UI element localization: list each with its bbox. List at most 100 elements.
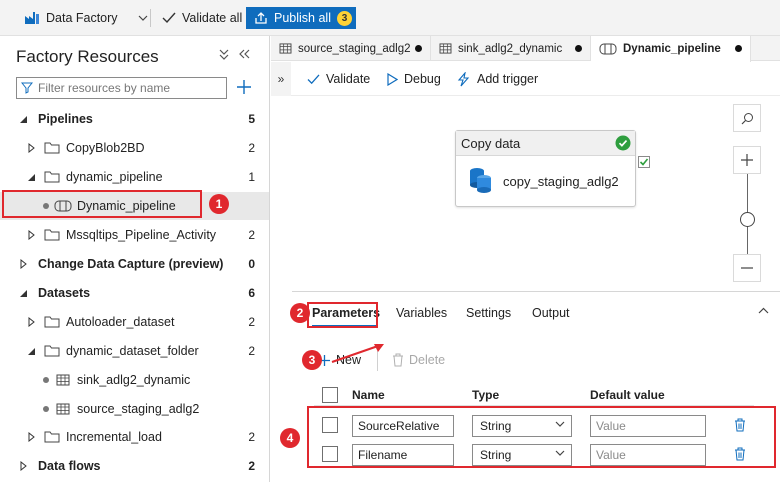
toolbar-divider [150, 9, 151, 27]
tree-section-datasets[interactable]: Datasets 6 [0, 279, 269, 307]
select-all-checkbox[interactable] [322, 387, 338, 403]
folder-icon [44, 431, 60, 443]
tree-section-pipelines[interactable]: Pipelines 5 [0, 105, 269, 133]
tab-label: Dynamic_pipeline [623, 43, 721, 55]
folder-icon [44, 229, 60, 241]
tree-item-autoloader[interactable]: Autoloader_dataset 2 [0, 308, 269, 336]
pipeline-canvas[interactable]: Copy data copy_staging_adlg2 [292, 97, 780, 291]
tree-item-dynamic-dataset-folder[interactable]: dynamic_dataset_folder 2 [0, 337, 269, 365]
tree-section-change-data-capture[interactable]: Change Data Capture (preview) 0 [0, 250, 269, 278]
validate-button[interactable]: Validate [307, 62, 370, 96]
tree-section-data-flows[interactable]: Data flows 2 [0, 452, 269, 480]
expand-panel-button[interactable]: » [271, 62, 291, 96]
activity-type-label: Copy data [461, 135, 521, 151]
folder-icon [44, 316, 60, 328]
caret-right-icon [26, 432, 36, 442]
tree-item-sink-dataset[interactable]: sink_adlg2_dynamic [0, 366, 269, 394]
tree-item-copyblob[interactable]: CopyBlob2BD 2 [0, 134, 269, 162]
item-count: 2 [248, 315, 255, 329]
data-factory-menu[interactable]: Data Factory [24, 0, 148, 36]
annotation-box-4 [307, 406, 776, 468]
chevron-down-icon [138, 15, 148, 21]
table-icon [56, 374, 70, 386]
delete-label: Delete [409, 353, 446, 367]
tree-item-incremental-load[interactable]: Incremental_load 2 [0, 423, 269, 451]
zoom-in-button[interactable] [733, 146, 761, 174]
search-canvas-button[interactable] [733, 104, 761, 132]
data-factory-label: Data Factory [46, 11, 118, 25]
item-label: Incremental_load [66, 430, 162, 444]
caret-right-icon [18, 461, 28, 471]
caret-down-icon [18, 288, 28, 298]
database-icon [468, 166, 494, 194]
section-count: 5 [248, 112, 255, 126]
table-icon [439, 43, 452, 54]
add-trigger-button[interactable]: Add trigger [457, 62, 538, 96]
annotation-marker-2: 2 [290, 303, 310, 323]
publish-icon [254, 11, 268, 25]
factory-resources-panel: Factory Resources Pipelines 5 CopyBlob2B… [0, 36, 270, 482]
tab-output[interactable]: Output [532, 306, 570, 320]
caret-right-icon [26, 143, 36, 153]
delete-parameter-button[interactable]: Delete [392, 353, 445, 367]
tab-label: source_staging_adlg2 [298, 42, 411, 55]
tree-item-dynamic-pipeline-folder[interactable]: dynamic_pipeline 1 [0, 163, 269, 191]
validate-all-button[interactable]: Validate all [162, 0, 242, 36]
debug-button[interactable]: Debug [387, 62, 441, 96]
pipeline-toolbar: » Validate Debug Add trigger [271, 62, 780, 96]
zoom-slider-thumb[interactable] [740, 212, 755, 227]
add-resource-button[interactable] [233, 76, 255, 98]
hide-panel-icon[interactable] [238, 48, 250, 60]
add-trigger-label: Add trigger [477, 72, 539, 86]
item-count: 2 [248, 228, 255, 242]
tab-label: sink_adlg2_dynamic [458, 42, 563, 55]
unsaved-dot [575, 45, 582, 52]
collapse-all-icon[interactable] [219, 48, 229, 60]
zoom-out-button[interactable] [733, 254, 761, 282]
top-toolbar: Data Factory Validate all Publish all 3 [0, 0, 780, 36]
caret-right-icon [26, 230, 36, 240]
item-count: 1 [248, 170, 255, 184]
item-label: dynamic_pipeline [66, 170, 163, 184]
caret-right-icon [26, 317, 36, 327]
tab-source-staging[interactable]: source_staging_adlg2 [271, 36, 431, 61]
item-count: 2 [248, 344, 255, 358]
validate-all-label: Validate all [182, 11, 243, 25]
play-icon [387, 72, 398, 86]
activity-header: Copy data [456, 131, 635, 156]
panel-title: Factory Resources [16, 47, 159, 66]
activity-select-checkbox[interactable] [638, 156, 650, 168]
item-count: 2 [248, 430, 255, 444]
tab-variables[interactable]: Variables [396, 306, 447, 320]
zoom-controls [733, 104, 767, 282]
copy-data-activity[interactable]: Copy data copy_staging_adlg2 [455, 130, 636, 207]
item-label: CopyBlob2BD [66, 141, 145, 155]
annotation-marker-1: 1 [209, 194, 229, 214]
table-icon [279, 43, 292, 54]
tab-settings[interactable]: Settings [466, 306, 511, 320]
filter-input[interactable] [38, 81, 218, 95]
unsaved-dot [415, 45, 422, 52]
tab-sink-adlg2[interactable]: sink_adlg2_dynamic [431, 36, 591, 61]
success-check-icon [615, 135, 631, 151]
column-header-type: Type [472, 388, 500, 402]
tree-item-mssqltips[interactable]: Mssqltips_Pipeline_Activity 2 [0, 221, 269, 249]
trash-icon [392, 353, 404, 367]
lightning-icon [457, 71, 471, 87]
plus-icon [740, 153, 754, 167]
annotation-marker-3: 3 [302, 350, 322, 370]
chevron-up-icon[interactable] [758, 307, 769, 314]
section-label: Pipelines [38, 112, 93, 126]
folder-icon [44, 345, 60, 357]
tab-dynamic-pipeline[interactable]: Dynamic_pipeline [591, 36, 751, 62]
filter-resources-field[interactable] [16, 77, 227, 99]
item-count: 2 [248, 141, 255, 155]
item-label: source_staging_adlg2 [77, 402, 200, 416]
pipeline-icon [599, 43, 617, 55]
tree-item-source-dataset[interactable]: source_staging_adlg2 [0, 395, 269, 423]
editor-tabs: source_staging_adlg2 sink_adlg2_dynamic … [271, 36, 780, 62]
check-icon [162, 12, 176, 24]
item-label: sink_adlg2_dynamic [77, 373, 191, 387]
column-header-name: Name [352, 388, 385, 402]
publish-all-button[interactable]: Publish all 3 [246, 7, 356, 29]
